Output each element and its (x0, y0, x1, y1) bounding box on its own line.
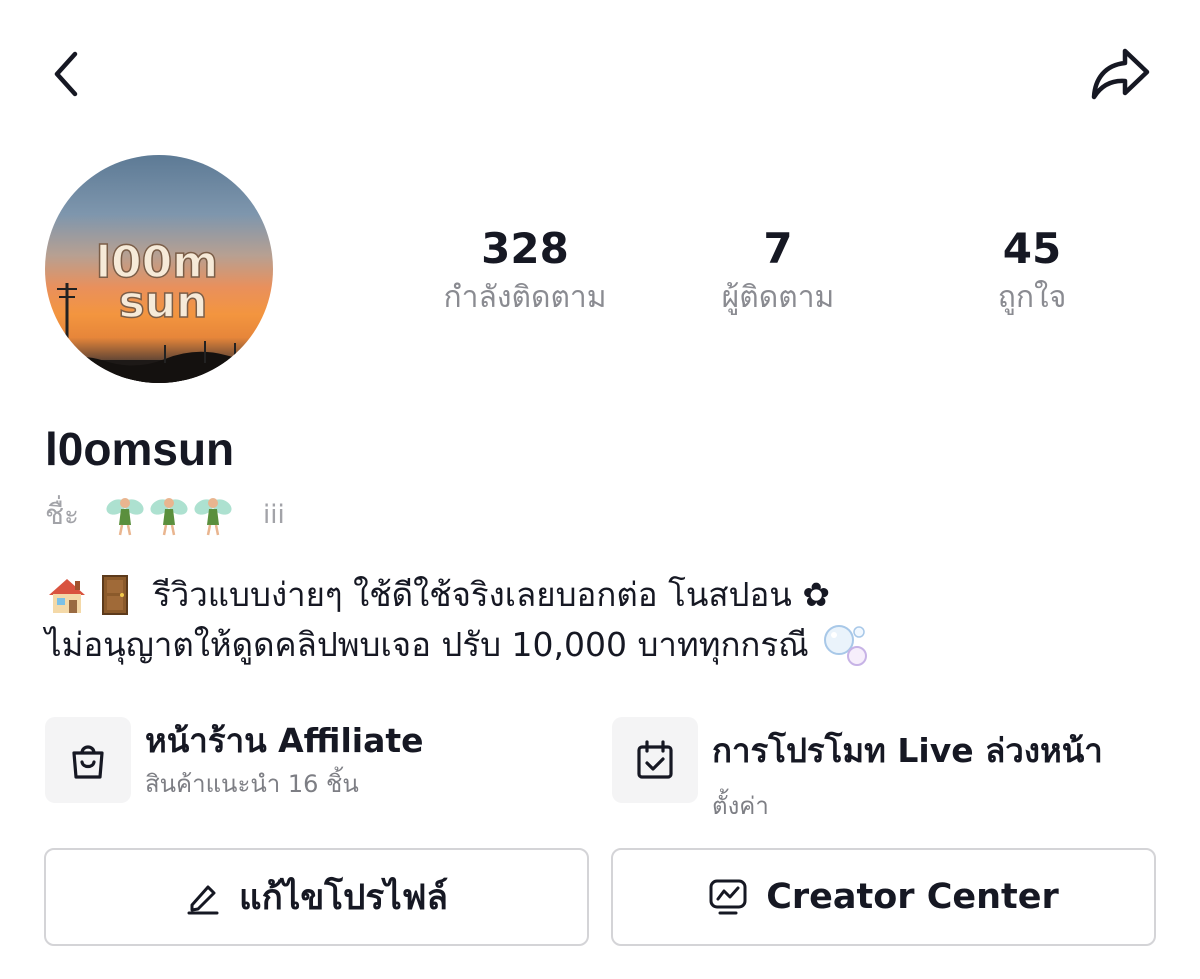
creator-center-button[interactable]: Creator Center (611, 848, 1156, 946)
nickname-suffix: iii (263, 500, 285, 530)
calendar-check-icon (612, 717, 698, 803)
bio: รีวิวแบบง่ายๆ ใช้ดีใช้จริงเลยบอกต่อ โนสป… (45, 570, 1155, 670)
bio-line-1: รีวิวแบบง่ายๆ ใช้ดีใช้จริงเลยบอกต่อ โนสป… (45, 570, 1155, 620)
following-label: กำลังติดตาม (443, 280, 607, 315)
stat-likes[interactable]: 45 ถูกใจ (912, 222, 1152, 320)
avatar-text-bottom: sun (119, 277, 208, 328)
creator-center-label: Creator Center (766, 877, 1059, 917)
stats-row: 328 กำลังติดตาม 7 ผู้ติดตาม 45 ถูกใจ (400, 222, 1160, 322)
back-button[interactable] (40, 46, 92, 102)
avatar-image: l00m sun (45, 236, 273, 383)
following-count: 328 (481, 224, 569, 273)
chart-monitor-icon (709, 879, 747, 915)
bio-line-2: ไม่อนุญาตให้ดูดคลิปพบเจอ ปรับ 10,000 บาท… (45, 620, 1155, 670)
followers-label: ผู้ติดตาม (721, 280, 835, 315)
house-icon (45, 573, 89, 617)
likes-count: 45 (1002, 224, 1062, 273)
fairy-emoji-group (105, 493, 233, 537)
live-promotion-title: การโปรโมท Live ล่วงหน้า (712, 731, 1103, 770)
share-arrow-icon (1091, 48, 1150, 100)
likes-label: ถูกใจ (997, 280, 1067, 315)
avatar[interactable]: l00m sun (45, 155, 273, 383)
live-promotion-subtitle: ตั้งค่า (712, 792, 769, 820)
profile-page: l00m sun 328 กำลังติดตาม 7 ผู้ติดตาม 45 … (0, 0, 1200, 979)
bio-text-1: รีวิวแบบง่ายๆ ใช้ดีใช้จริงเลยบอกต่อ โนสป… (153, 575, 830, 614)
fairy-icon (106, 498, 144, 536)
edit-profile-label: แก้ไขโปรไฟล์ (239, 877, 448, 918)
shopping-bag-icon (45, 717, 131, 803)
affiliate-storefront[interactable]: หน้าร้าน Affiliate สินค้าแนะนำ 16 ชิ้น (45, 717, 545, 827)
fairy-icon (150, 498, 188, 536)
bio-text-2: ไม่อนุญาตให้ดูดคลิปพบเจอ ปรับ 10,000 บาท… (45, 625, 809, 664)
edit-profile-button[interactable]: แก้ไขโปรไฟล์ (44, 848, 589, 946)
pencil-icon (187, 885, 219, 915)
door-icon (95, 573, 135, 617)
stat-following[interactable]: 328 กำลังติดตาม (405, 222, 645, 320)
nickname-label: ชื่ะ (45, 498, 80, 531)
nickname-row: ชื่ะ iii (45, 490, 285, 540)
username: l0omsun (45, 423, 235, 475)
chevron-left-icon (54, 51, 78, 97)
affiliate-subtitle: สินค้าแนะนำ 16 ชิ้น (145, 770, 359, 798)
affiliate-title: หน้าร้าน Affiliate (145, 721, 424, 760)
share-button[interactable] (1082, 40, 1158, 108)
stat-followers[interactable]: 7 ผู้ติดตาม (658, 222, 898, 320)
live-promotion[interactable]: การโปรโมท Live ล่วงหน้า ตั้งค่า (612, 717, 1157, 827)
followers-count: 7 (763, 224, 793, 273)
fairy-icon (194, 498, 232, 536)
bubbles-icon (821, 622, 869, 668)
